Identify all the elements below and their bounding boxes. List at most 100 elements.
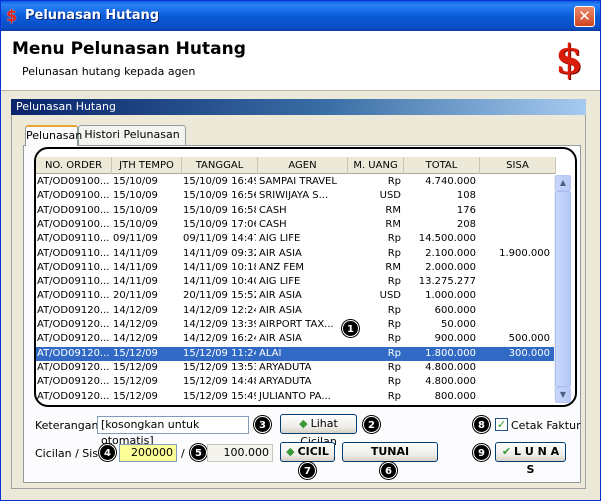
table-cell: AT/OD09100... <box>37 204 110 216</box>
table-cell: 14/12/09 12:24 <box>183 304 256 316</box>
table-cell: 4.800.000 <box>425 361 476 373</box>
col-header-tanggal[interactable]: TANGGAL <box>182 157 258 174</box>
table-row[interactable]: AT/OD09120... 15/12/09 15/12/09 14:48 ARYAD… <box>36 375 556 389</box>
cicil-label: CICIL <box>297 445 329 458</box>
table-cell: 15/10/09 <box>113 204 158 216</box>
table-cell: 14/12/09 13:39 <box>183 319 256 330</box>
table-cell: 14/11/09 10:40 <box>183 276 256 288</box>
table-cell: Rp <box>387 304 401 316</box>
table-cell: 14/11/09 <box>113 261 158 273</box>
table-row[interactable]: AT/OD09120... 15/12/09 15/12/09 15:49 JULIA… <box>36 390 556 404</box>
table-cell: 09/11/09 14:47 <box>183 233 256 245</box>
table-row[interactable]: AT/OD09110... 14/11/09 14/11/09 10:18 ANZ F… <box>36 261 556 275</box>
table-cell: 14.500.000 <box>418 233 476 245</box>
table-cell: AT/OD09120... <box>37 347 110 359</box>
table-row[interactable]: AT/OD09100... 15/10/09 15/10/09 16:58 CASH R… <box>36 204 556 218</box>
table-cell <box>480 375 554 389</box>
table-row[interactable]: AT/OD09110... 14/11/09 14/11/09 10:40 AIG L… <box>36 275 556 289</box>
close-button[interactable]: ✕ <box>574 6 595 27</box>
table-cell: 14/12/09 <box>113 319 158 330</box>
table-cell: AIG LIFE <box>259 276 301 288</box>
table-cell: AT/OD09110... <box>37 290 110 302</box>
col-header-sisa[interactable]: SISA <box>480 157 556 174</box>
table-cell: CASH <box>259 204 287 216</box>
table-cell: 1.000.000 <box>425 290 476 302</box>
table-cell: AT/OD09110... <box>37 233 110 245</box>
money-icon: ◆ <box>299 417 308 430</box>
grid-scrollbar[interactable]: ▲ ▼ <box>554 175 571 403</box>
tab-pelunasan[interactable]: Pelunasan <box>25 125 82 146</box>
table-cell: USD <box>379 190 401 202</box>
table-cell: 15/12/09 11:24 <box>183 347 256 359</box>
callout-badge-3: 3 <box>254 416 271 433</box>
table-cell: 14/12/09 <box>113 333 158 345</box>
page-title: Menu Pelunasan Hutang <box>12 39 246 59</box>
lihat-cicilan-button[interactable]: ◆Lihat Cicilan <box>280 414 357 448</box>
table-cell <box>480 390 554 404</box>
table-cell: 2.000.000 <box>425 261 476 273</box>
table-cell: ARYADUTA <box>259 361 312 373</box>
table-row[interactable]: AT/OD09100... 15/10/09 15/10/09 16:56 SRIWI… <box>36 189 556 203</box>
table-cell: Rp <box>387 376 401 388</box>
col-header-agen[interactable]: AGEN <box>258 157 348 174</box>
tunai-button[interactable]: TUNAI <box>342 442 438 462</box>
sisa-value-field: 100.000 <box>207 444 273 462</box>
cetak-faktur-checkbox[interactable]: ✓ <box>495 418 508 431</box>
table-row[interactable]: AT/OD09120... 14/12/09 14/12/09 12:24 AIR A… <box>36 304 556 318</box>
table-cell: AT/OD09110... <box>37 247 110 259</box>
lunas-button[interactable]: ✔ L U N A S <box>495 442 566 476</box>
table-cell: 50.000 <box>441 319 476 330</box>
table-row[interactable]: AT/OD09110... 20/11/09 20/11/09 15:52 AIR A… <box>36 289 556 303</box>
cetak-faktur-label[interactable]: Cetak Faktur <box>511 419 581 432</box>
callout-badge-6: 6 <box>380 462 397 479</box>
table-cell: 14/11/09 09:32 <box>183 247 256 259</box>
table-row[interactable]: AT/OD09110... 09/11/09 09/11/09 14:47 AIG L… <box>36 232 556 246</box>
cicil-button[interactable]: ◆ CICIL <box>280 442 335 462</box>
scroll-up-icon[interactable]: ▲ <box>555 175 571 191</box>
table-row[interactable]: AT/OD09100... 15/10/09 15/10/09 16:49 SAMPA… <box>36 175 556 189</box>
table-cell: ALAI <box>259 347 282 359</box>
table-cell: ANZ FEM <box>259 261 305 273</box>
grid-header: NO. ORDER JTH TEMPO TANGGAL AGEN M. UANG… <box>36 157 556 174</box>
table-cell: 1.800.000 <box>425 347 476 359</box>
table-cell: 15/12/09 <box>113 390 158 402</box>
order-grid[interactable]: NO. ORDER JTH TEMPO TANGGAL AGEN M. UANG… <box>34 147 577 407</box>
table-cell: SAMPAI TRAVEL <box>259 176 337 187</box>
table-cell <box>480 175 554 189</box>
keterangan-input[interactable]: [kosongkan untuk otomatis] <box>97 416 249 447</box>
scroll-thumb[interactable] <box>555 191 571 387</box>
col-header-mata-uang[interactable]: M. UANG <box>348 157 404 174</box>
table-row[interactable]: AT/OD09120... 15/12/09 15/12/09 13:53 ARYAD… <box>36 361 556 375</box>
col-header-jth-tempo[interactable]: JTH TEMPO <box>112 157 182 174</box>
table-cell: AIR ASIA <box>259 304 302 316</box>
table-cell: 176 <box>456 204 476 216</box>
table-cell: 13.275.277 <box>418 276 476 288</box>
table-cell: 14/11/09 <box>113 247 158 259</box>
table-cell: 14/11/09 10:18 <box>183 261 256 273</box>
table-cell: 15/12/09 13:53 <box>183 361 256 373</box>
scroll-down-icon[interactable]: ▼ <box>555 387 571 403</box>
cicilan-input[interactable]: 200000 <box>119 444 177 462</box>
money-icon: ◆ <box>286 445 295 458</box>
col-header-no-order[interactable]: NO. ORDER <box>36 157 112 174</box>
col-header-total[interactable]: TOTAL <box>404 157 480 174</box>
table-row[interactable]: AT/OD09120... 14/12/09 14/12/09 16:24 AIR A… <box>36 332 556 346</box>
table-row[interactable]: AT/OD09100... 15/10/09 15/10/09 17:06 CASH R… <box>36 218 556 232</box>
table-cell: 15/10/09 16:58 <box>183 204 256 216</box>
title-bar[interactable]: $ Pelunasan Hutang ✕ <box>1 1 600 31</box>
table-cell: 500.000 <box>508 333 550 345</box>
tab-histori-pelunasan[interactable]: Histori Pelunasan <box>78 125 186 145</box>
table-cell: AIRPORT TAX... <box>259 319 334 330</box>
callout-badge-8: 8 <box>473 416 490 433</box>
table-cell: JULIANTO PA... <box>259 390 331 402</box>
table-row[interactable]: AT/OD09120... 14/12/09 14/12/09 13:39 AIRPO… <box>36 318 556 332</box>
table-cell: 15/12/09 <box>113 361 158 373</box>
table-cell: 4.800.000 <box>425 376 476 388</box>
table-cell: USD <box>379 290 401 302</box>
group-title: Pelunasan Hutang <box>11 99 586 115</box>
table-row[interactable]: AT/OD09110... 14/11/09 14/11/09 09:32 AIR A… <box>36 247 556 261</box>
table-cell <box>480 289 554 303</box>
table-row[interactable]: AT/OD09120... 15/12/09 15/12/09 11:24 ALAI R… <box>36 346 556 361</box>
table-cell: AT/OD09100... <box>37 190 110 202</box>
table-cell: 14/12/09 16:24 <box>183 333 256 345</box>
